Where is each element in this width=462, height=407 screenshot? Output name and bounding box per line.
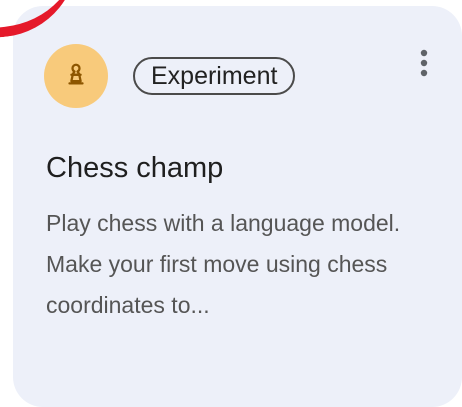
card-description: Play chess with a language model. Make y… — [46, 210, 401, 318]
experiment-card[interactable]: Experiment Chess champ Play chess with a… — [13, 6, 462, 407]
card-header: Experiment — [44, 44, 438, 108]
more-vertical-icon — [419, 48, 429, 83]
experiment-badge-label: Experiment — [151, 61, 278, 90]
screenshot-canvas: Experiment Chess champ Play chess with a… — [0, 0, 462, 407]
more-options-button[interactable] — [410, 48, 438, 82]
experiment-badge: Experiment — [133, 57, 296, 95]
card-title: Chess champ — [46, 152, 224, 184]
chess-pawn-icon — [61, 59, 91, 94]
chess-avatar — [44, 44, 108, 108]
